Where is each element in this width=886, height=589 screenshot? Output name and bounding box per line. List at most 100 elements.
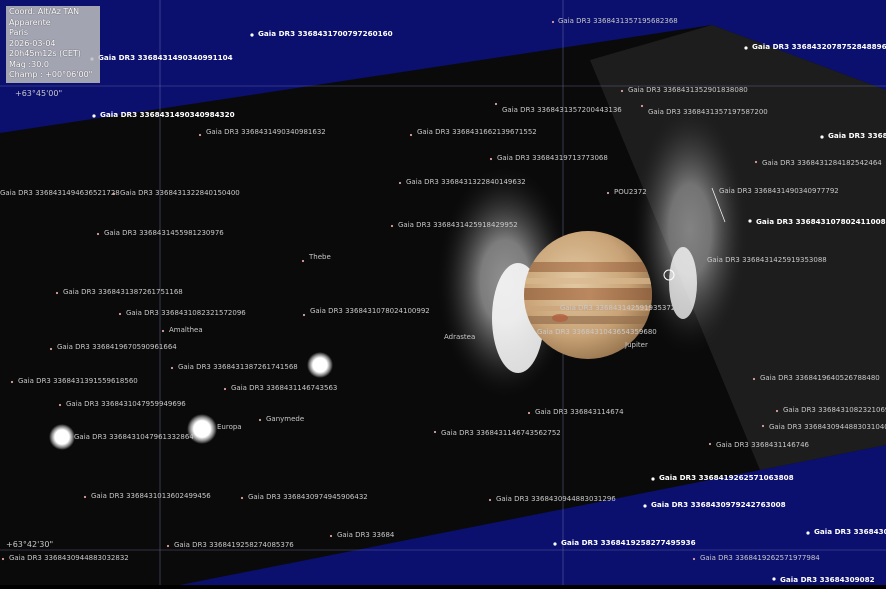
star-label[interactable]: Gaia DR3 3368431146746 [716,441,810,449]
star-marker[interactable] [390,224,394,228]
star-marker[interactable] [198,133,202,137]
star-label[interactable]: Gaia DR3 3368431082321572096 [126,309,246,317]
star-marker[interactable] [651,477,655,481]
star-label[interactable]: Gaia DR3 3368431082321069952 [783,406,886,414]
sky-chart-canvas[interactable]: +63°45'00" +63°42'30" Gaia DR3 336843135… [0,0,886,585]
star-label[interactable]: Gaia DR3 3368431357197587200 [648,108,768,116]
star-marker[interactable] [752,377,756,381]
star-marker[interactable] [161,329,165,333]
star-marker[interactable] [170,366,174,370]
star-marker[interactable] [301,259,305,263]
star-marker[interactable] [92,114,96,118]
star-marker[interactable] [494,102,498,106]
star-marker[interactable] [772,577,776,581]
europa-moon[interactable] [49,424,75,450]
star-label[interactable]: Gaia DR3 3368431047959949696 [66,400,186,408]
star-marker[interactable] [640,104,644,108]
star-marker[interactable] [708,442,712,446]
star-label[interactable]: Gaia DR3 3368419640526788480 [760,374,880,382]
star-label[interactable]: Gaia DR3 3368430944883031040 [769,423,886,431]
star-marker[interactable] [748,219,752,223]
star-label[interactable]: Gaia DR3 3368431357195682368 [558,17,678,25]
star-marker[interactable] [433,430,437,434]
star-marker[interactable] [489,157,493,161]
star-marker[interactable] [820,135,824,139]
star-marker[interactable] [302,313,306,317]
star-label[interactable]: Jupiter [624,341,648,349]
star-label[interactable]: Gaia DR3 3368419670590961664 [57,343,177,351]
star-label[interactable]: Gaia DR3 3368430974945906432 [248,493,368,501]
star-label[interactable]: Gaia DR3 3368431387261751168 [63,288,183,296]
star-marker[interactable] [49,347,53,351]
star-marker[interactable] [620,89,624,93]
star-label[interactable]: Gaia DR3 3368431146743562752 [441,429,561,437]
star-marker[interactable] [55,291,59,295]
star-label[interactable]: Amalthea [169,326,203,334]
star-label[interactable]: Gaia DR3 3368431078024100992 [310,307,430,315]
star-label[interactable]: Gaia DR3 3368431490340984320 [100,110,235,119]
star-marker[interactable] [250,33,254,37]
io-moon[interactable] [307,352,333,378]
star-label[interactable]: Gaia DR3 3368419262571977984 [700,554,820,562]
star-label[interactable]: Gaia DR3 3368431322840149632 [406,178,526,186]
star-label[interactable]: Gaia DR3 3368431387261741568 [178,363,298,371]
star-marker[interactable] [488,498,492,502]
star-label[interactable]: Gaia DR3 33684319713773068 [497,154,608,162]
star-marker[interactable] [775,409,779,413]
star-label[interactable]: Gaia DR3 3368430876163553536 [814,527,886,536]
star-label[interactable]: Gaia DR3 3368431047961332864 [74,433,194,441]
star-label[interactable]: Gaia DR3 3368419258277495936 [561,538,696,547]
star-label[interactable]: Gaia DR3 33684 [337,531,395,539]
star-label[interactable]: Gaia DR3 3368431490340991104 [98,53,233,62]
star-label[interactable]: Gaia DR3 3368430944883032832 [9,554,129,562]
star-marker[interactable] [551,20,555,24]
star-label[interactable]: Gaia DR3 3368431425919353088 [707,256,827,264]
star-marker[interactable] [240,496,244,500]
star-marker[interactable] [118,312,122,316]
star-label[interactable]: Gaia DR3 3368431490340977792 [719,187,839,195]
star-label[interactable]: Gaia DR3 33684309082 [780,575,875,584]
star-marker[interactable] [692,557,696,561]
star-label[interactable]: Gaia DR3 3368431662139671552 [417,128,537,136]
star-label[interactable]: Gaia DR3 3368430944883031296 [496,495,616,503]
star-marker[interactable] [398,181,402,185]
star-label[interactable]: Gaia DR3 3368430979242763008 [651,500,786,509]
star-label[interactable]: Gaia DR3 3368431357200443136 [502,106,622,114]
star-label[interactable]: Gaia DR3 3368431425919353728 [560,304,680,312]
star-label[interactable]: Gaia DR3 3368431391559618560 [18,377,138,385]
star-marker[interactable] [1,557,5,561]
star-marker[interactable] [806,531,810,535]
star-label[interactable]: Gaia DR3 3368431078024110080 [756,217,886,226]
star-marker[interactable] [166,544,170,548]
star-marker[interactable] [258,418,262,422]
star-label[interactable]: Gaia DR3 3368431284182546176 [828,131,886,140]
star-label[interactable]: POU2372 [614,188,647,196]
star-marker[interactable] [527,411,531,415]
star-marker[interactable] [223,387,227,391]
star-marker[interactable] [553,542,557,546]
star-marker[interactable] [643,504,647,508]
star-marker[interactable] [329,534,333,538]
star-label[interactable]: Adrastea [444,333,475,341]
star-label[interactable]: Gaia DR3 3368431494636521728 [0,189,120,197]
sky-chart-view[interactable]: +63°45'00" +63°42'30" Gaia DR3 336843135… [0,0,886,585]
star-label[interactable]: Gaia DR3 336843114674 [535,408,624,416]
star-label[interactable]: Gaia DR3 3368431425918429952 [398,221,518,229]
star-marker[interactable] [761,424,765,428]
star-label[interactable]: Ganymede [266,415,304,423]
star-label[interactable]: Gaia DR3 3368431013602499456 [91,492,211,500]
star-marker[interactable] [58,403,62,407]
star-label[interactable]: Gaia DR3 3368431284182542464 [762,159,882,167]
star-label[interactable]: Gaia DR3 3368431322840150400 [120,189,240,197]
star-label[interactable]: Gaia DR3 3368431043654359680 [537,328,657,336]
star-marker[interactable] [96,232,100,236]
star-label[interactable]: Gaia DR3 3368419258274085376 [174,541,294,549]
star-label[interactable]: Gaia DR3 3368431146743563 [231,384,337,392]
star-label[interactable]: Gaia DR3 3368431352901838080 [628,86,748,94]
star-label[interactable]: Gaia DR3 3368419262571063808 [659,473,794,482]
star-label[interactable]: Europa [217,423,242,431]
star-marker[interactable] [409,133,413,137]
star-marker[interactable] [744,46,748,50]
star-label[interactable]: Thebe [308,253,331,261]
star-marker[interactable] [112,192,116,196]
